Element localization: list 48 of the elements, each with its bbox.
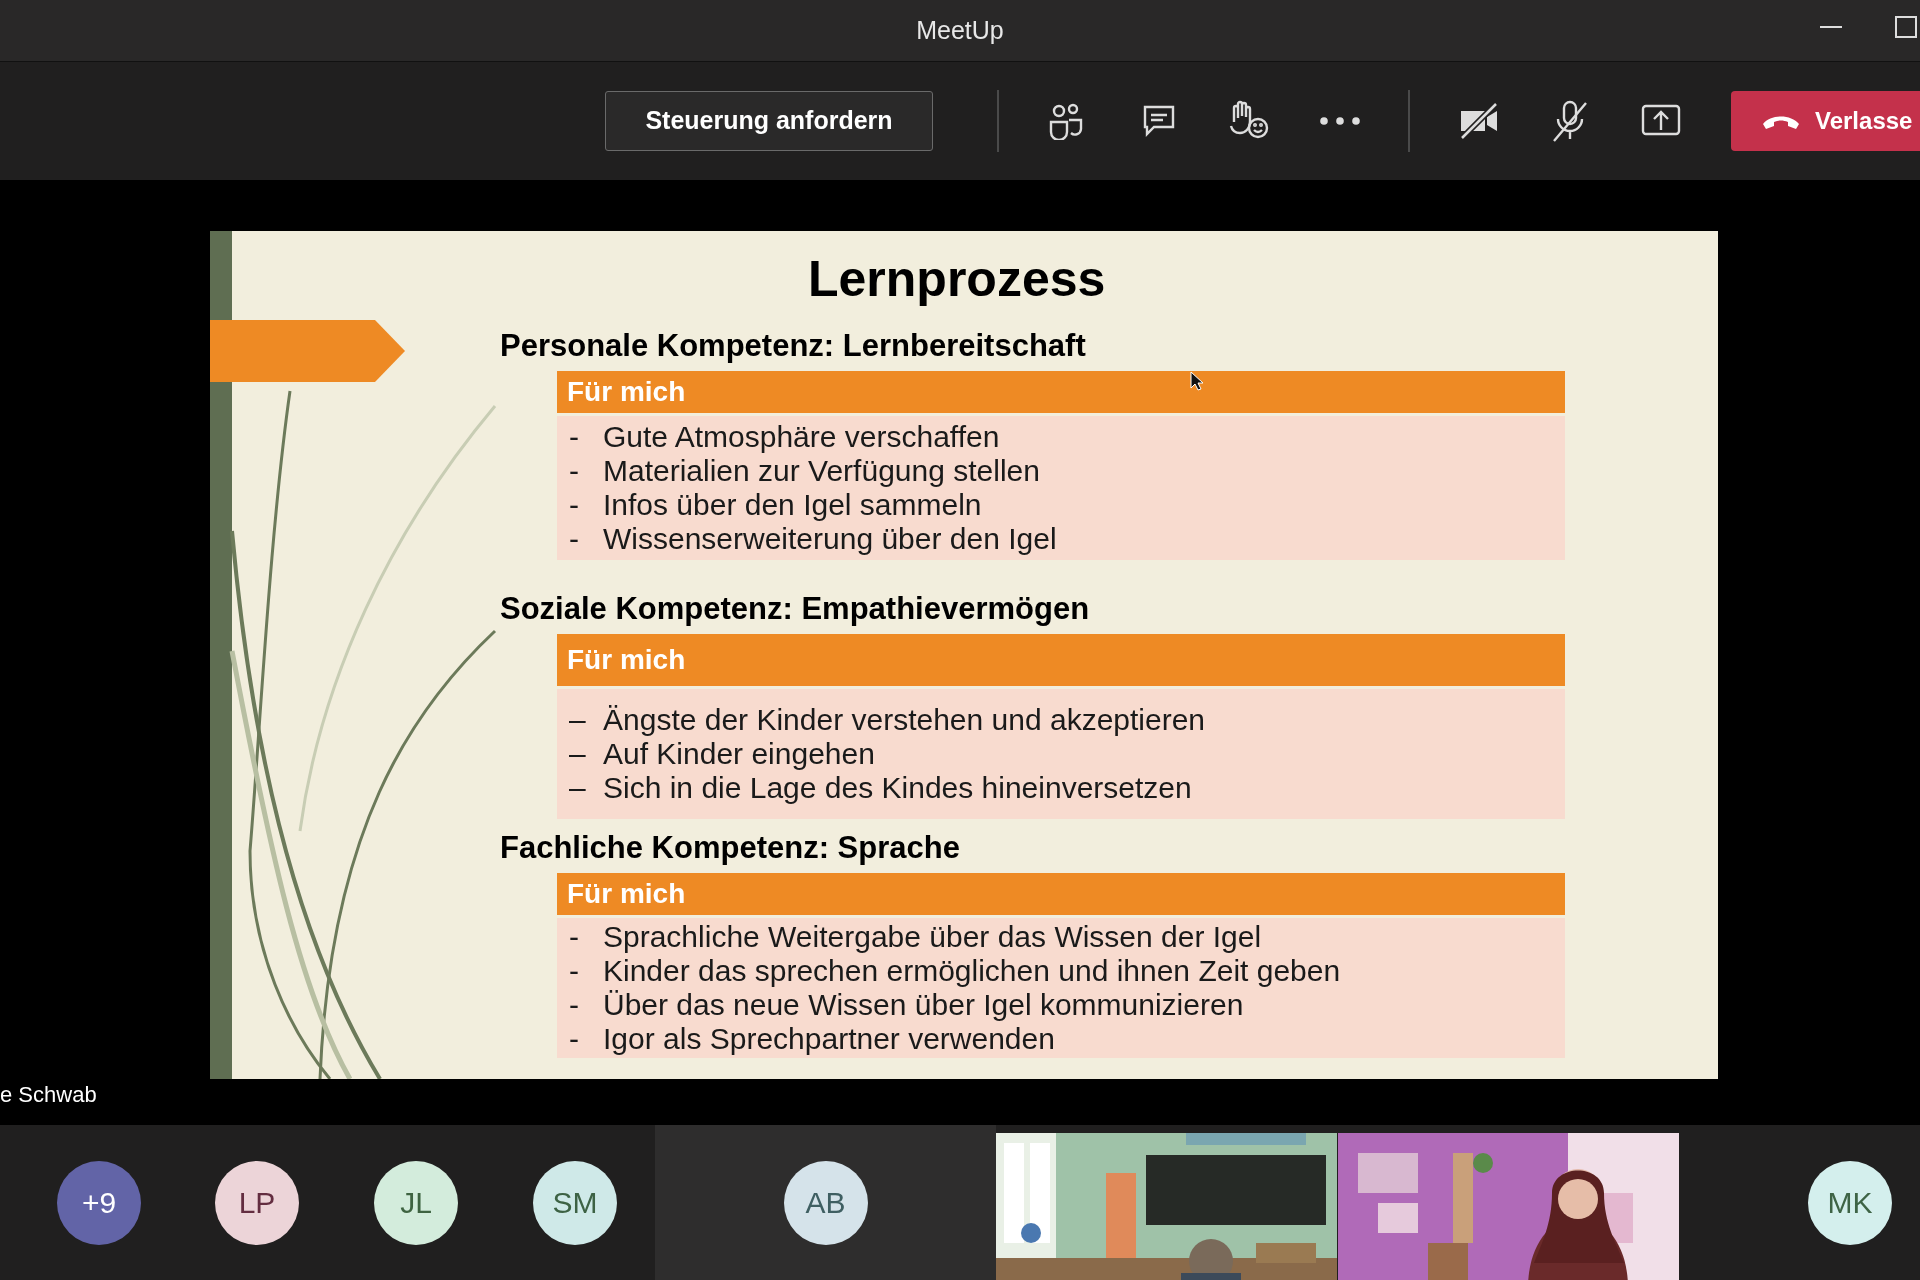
bullet-dash: - bbox=[568, 920, 580, 954]
raise-hand-icon[interactable] bbox=[1228, 100, 1270, 140]
list-item-text: Über das neue Wissen über Igel kommunizieren bbox=[603, 988, 1244, 1022]
maximize-icon[interactable] bbox=[1895, 16, 1917, 38]
list-item-text: Sprachliche Weitergabe über das Wissen der Igel bbox=[603, 920, 1262, 954]
list-item-text: Infos über den Igel sammeln bbox=[603, 488, 982, 522]
list-item-text: Igor als Sprechpartner verwenden bbox=[603, 1022, 1055, 1056]
window-title: MeetUp bbox=[916, 14, 1004, 46]
bullet-dash: – bbox=[568, 771, 587, 805]
bullet-dash: - bbox=[568, 522, 580, 556]
presenter-name: e Schwab bbox=[0, 1081, 97, 1109]
list-item-text: Materialien zur Verfügung stellen bbox=[603, 454, 1040, 488]
bullet-dash: - bbox=[568, 488, 580, 522]
list-item-text: Auf Kinder eingehen bbox=[603, 737, 875, 771]
people-icon[interactable] bbox=[1048, 102, 1084, 140]
section-heading: Soziale Kompetenz: Empathievermögen bbox=[500, 590, 1091, 628]
box-header: Für mich bbox=[557, 873, 1565, 915]
share-screen-icon[interactable] bbox=[1641, 104, 1681, 138]
avatar: AB bbox=[783, 1160, 868, 1245]
avatar: MK bbox=[1808, 1160, 1892, 1245]
list-item-text: Ängste der Kinder verstehen und akzeptieren bbox=[603, 703, 1206, 737]
list-item-text: Sich in die Lage des Kindes hineinversetzen bbox=[603, 771, 1192, 805]
request-control-button[interactable]: Steuerung anfordern bbox=[605, 91, 933, 151]
more-options-icon[interactable] bbox=[1320, 117, 1360, 125]
avatar: +9 bbox=[57, 1160, 141, 1245]
pointer-icon bbox=[1190, 371, 1204, 391]
list-item-text: Kinder das sprechen ermöglichen und ihnen Zeit geben bbox=[603, 954, 1341, 988]
section-heading: Fachliche Kompetenz: Sprache bbox=[500, 829, 961, 867]
leave-button[interactable]: Verlasse bbox=[1731, 91, 1920, 151]
bullet-dash: – bbox=[568, 737, 587, 771]
box-header: Für mich bbox=[557, 371, 1565, 413]
bullet-dash: - bbox=[568, 954, 580, 988]
section-heading: Personale Kompetenz: Lernbereitschaft bbox=[500, 327, 1087, 365]
bullet-dash: – bbox=[568, 703, 587, 737]
chat-icon[interactable] bbox=[1142, 104, 1176, 138]
bullet-dash: - bbox=[568, 1022, 580, 1056]
avatar: JL bbox=[374, 1160, 458, 1245]
avatar: SM bbox=[533, 1160, 617, 1245]
bullet-dash: - bbox=[568, 988, 580, 1022]
list-item-text: Wissenserweiterung über den Igel bbox=[603, 522, 1057, 556]
box-header: Für mich bbox=[557, 634, 1565, 686]
bullet-dash: - bbox=[568, 454, 580, 488]
microphone-off-icon[interactable] bbox=[1550, 99, 1590, 143]
slide-title: Lernprozess bbox=[808, 250, 1106, 309]
list-item-text: Gute Atmosphäre verschaffen bbox=[603, 420, 1000, 454]
camera-off-icon[interactable] bbox=[1458, 102, 1500, 140]
bullet-dash: - bbox=[568, 420, 580, 454]
avatar: LP bbox=[215, 1160, 299, 1245]
